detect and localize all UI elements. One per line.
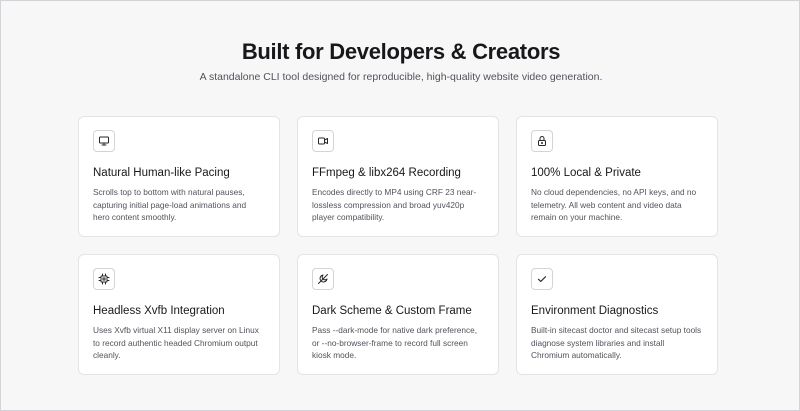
video-camera-icon <box>312 130 334 152</box>
feature-description: Built-in sitecast doctor and sitecast se… <box>531 325 702 360</box>
feature-description: No cloud dependencies, no API keys, and … <box>531 187 697 222</box>
feature-title: Natural Human-like Pacing <box>93 167 230 179</box>
feature-description: Encodes directly to MP4 using CRF 23 nea… <box>312 187 477 222</box>
feature-title: Dark Scheme & Custom Frame <box>312 305 472 317</box>
feature-title: 100% Local & Private <box>531 167 641 179</box>
feature-description: Uses Xvfb virtual X11 display server on … <box>93 325 259 360</box>
feature-card-pacing: Natural Human-like Pacing Scrolls top to… <box>78 116 280 237</box>
feature-card-privacy: 100% Local & Private No cloud dependenci… <box>516 116 718 237</box>
chip-icon <box>93 268 115 290</box>
feature-description: Pass --dark-mode for native dark prefere… <box>312 325 478 360</box>
monitor-icon <box>93 130 115 152</box>
feature-card-recording: FFmpeg & libx264 Recording Encodes direc… <box>297 116 499 237</box>
lock-icon <box>531 130 553 152</box>
feature-grid: Natural Human-like Pacing Scrolls top to… <box>78 116 718 375</box>
feature-card-xvfb: Headless Xvfb Integration Uses Xvfb virt… <box>78 254 280 375</box>
section-title: Built for Developers & Creators <box>241 39 561 64</box>
feature-title: Environment Diagnostics <box>531 305 659 317</box>
feature-card-diagnostics: Environment Diagnostics Built-in sitecas… <box>516 254 718 375</box>
features-section: Built for Developers & Creators A standa… <box>1 1 800 411</box>
moon-off-icon <box>312 268 334 290</box>
feature-title: Headless Xvfb Integration <box>93 305 225 317</box>
check-icon <box>531 268 553 290</box>
feature-card-dark-scheme: Dark Scheme & Custom Frame Pass --dark-m… <box>297 254 499 375</box>
feature-description: Scrolls top to bottom with natural pause… <box>93 187 247 222</box>
section-subtitle: A standalone CLI tool designed for repro… <box>199 71 603 83</box>
feature-title: FFmpeg & libx264 Recording <box>312 167 461 179</box>
